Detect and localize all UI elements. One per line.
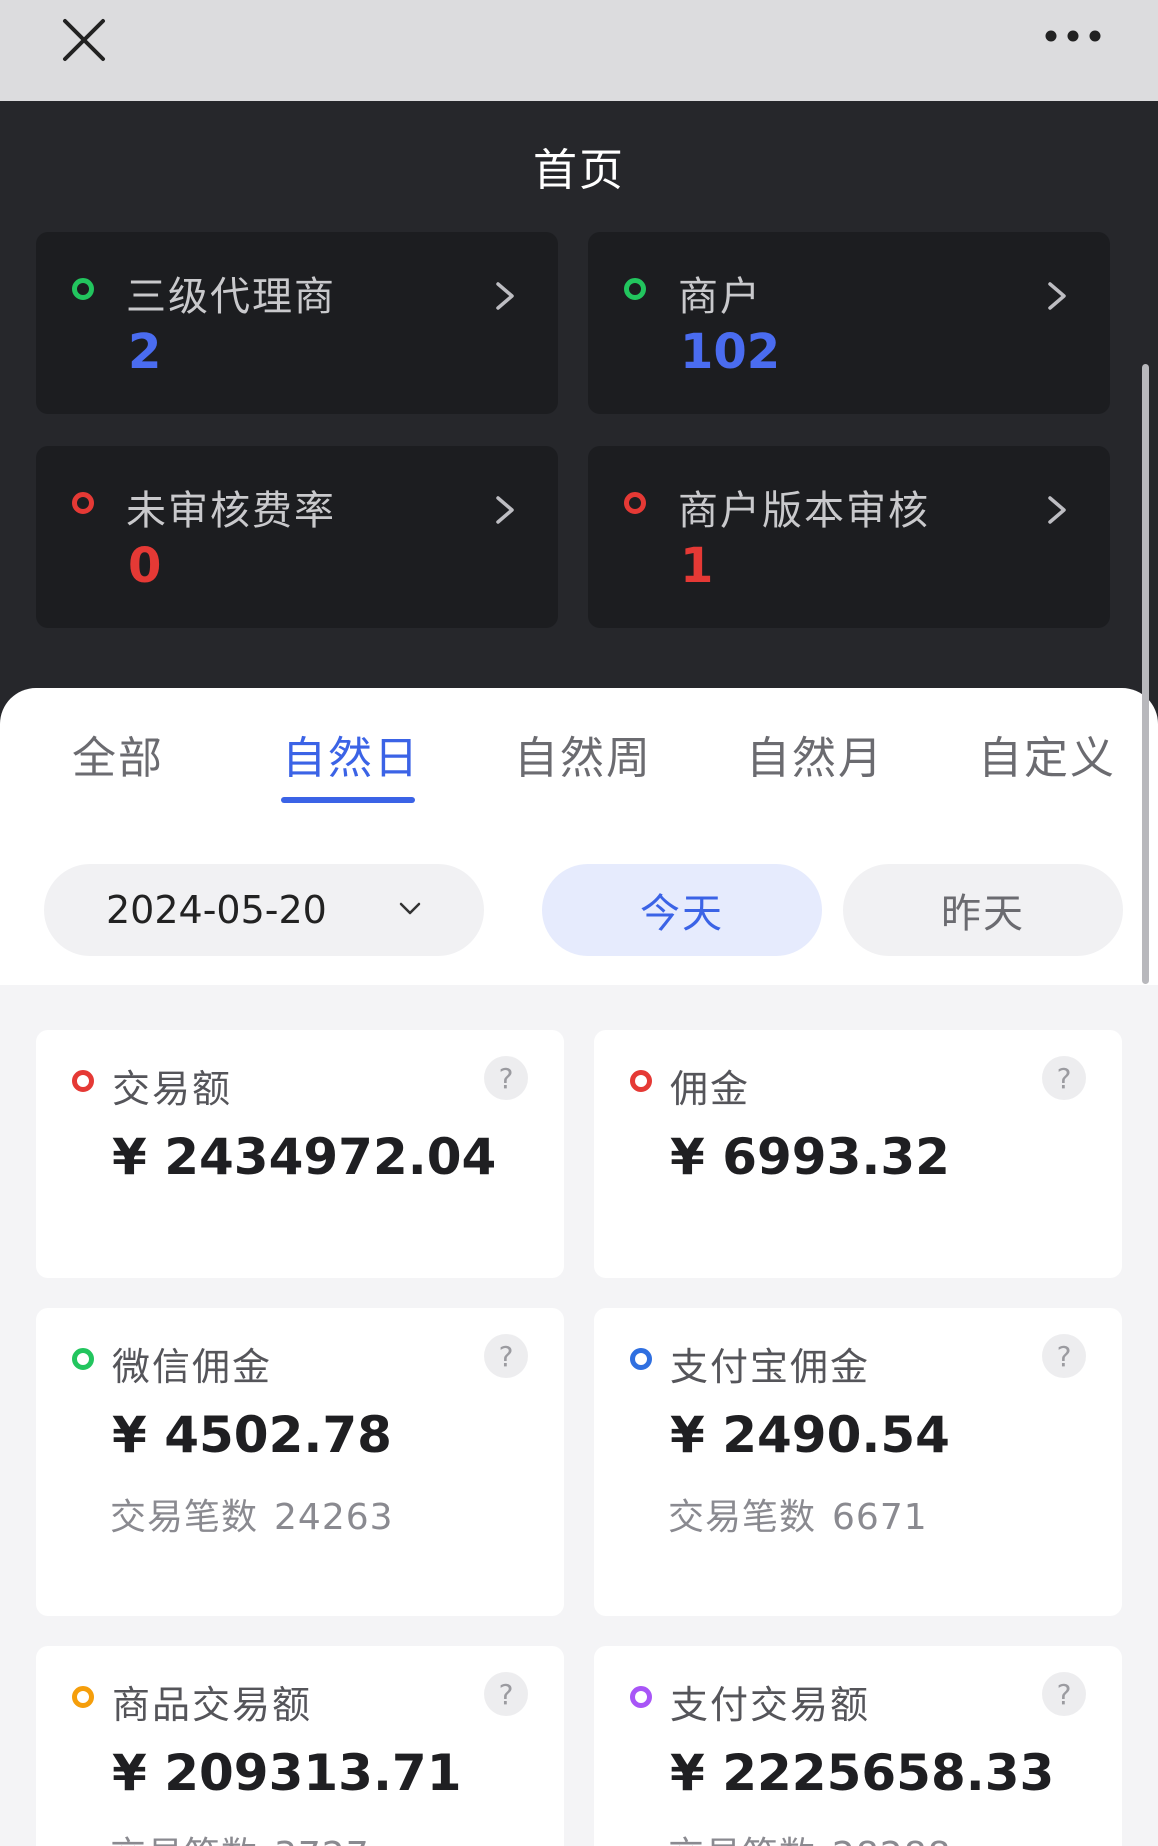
stat-card-version-review[interactable]: 商户版本审核 1 [588, 446, 1110, 628]
more-button[interactable] [1038, 14, 1108, 58]
metric-card-wechat-commission[interactable]: 微信佣金 ? ¥ 4502.78 交易笔数 24263 [36, 1308, 564, 1616]
metric-count: 交易笔数 3727 [110, 1826, 370, 1846]
tab-natural-day[interactable]: 自然日 [282, 722, 420, 786]
chevron-down-icon [399, 902, 421, 915]
yesterday-button[interactable]: 昨天 [843, 864, 1123, 956]
page-title: 首页 [533, 145, 625, 196]
tab-custom[interactable]: 自定义 [978, 722, 1116, 786]
count-label: 交易笔数 [668, 1497, 817, 1538]
stat-label: 三级代理商 [126, 274, 336, 320]
metric-amount: ¥ 209313.71 [112, 1744, 462, 1802]
status-dot-icon [624, 278, 646, 300]
count-value: 3727 [274, 1835, 370, 1846]
metric-amount: ¥ 6993.32 [670, 1128, 950, 1186]
more-icon [1045, 30, 1101, 42]
chevron-right-icon [1048, 496, 1066, 524]
metric-card-commission[interactable]: 佣金 ? ¥ 6993.32 [594, 1030, 1122, 1278]
status-dot-icon [72, 278, 94, 300]
count-label: 交易笔数 [110, 1835, 258, 1846]
stat-card-merchants[interactable]: 商户 102 [588, 232, 1110, 414]
metric-count: 交易笔数 24263 [110, 1488, 394, 1540]
status-dot-icon [72, 1348, 94, 1370]
metric-label: 佣金 [670, 1067, 751, 1111]
count-value: 28288 [832, 1835, 952, 1846]
stat-label: 商户 [678, 274, 762, 320]
tab-natural-week[interactable]: 自然周 [514, 722, 652, 786]
metric-amount: ¥ 2490.54 [670, 1406, 950, 1464]
metric-card-transaction-amount[interactable]: 交易额 ? ¥ 2434972.04 [36, 1030, 564, 1278]
metric-count: 交易笔数 6671 [668, 1488, 928, 1540]
today-button[interactable]: 今天 [542, 864, 822, 956]
stat-value: 1 [680, 538, 714, 594]
status-dot-icon [630, 1070, 652, 1092]
metric-card-goods-transaction[interactable]: 商品交易额 ? ¥ 209313.71 交易笔数 3727 [36, 1646, 564, 1846]
metric-card-alipay-commission[interactable]: 支付宝佣金 ? ¥ 2490.54 交易笔数 6671 [594, 1308, 1122, 1616]
status-dot-icon [630, 1348, 652, 1370]
chevron-right-icon [496, 282, 514, 310]
metric-label: 商品交易额 [112, 1683, 313, 1727]
stat-value: 102 [680, 324, 781, 380]
metric-card-payment-transaction[interactable]: 支付交易额 ? ¥ 2225658.33 交易笔数 28288 [594, 1646, 1122, 1846]
help-icon[interactable]: ? [484, 1056, 528, 1100]
status-dot-icon [72, 1686, 94, 1708]
metric-amount: ¥ 4502.78 [112, 1406, 392, 1464]
close-button[interactable] [58, 14, 110, 66]
help-icon[interactable]: ? [1042, 1334, 1086, 1378]
close-icon [63, 19, 105, 61]
metric-label: 支付宝佣金 [670, 1345, 871, 1389]
count-label: 交易笔数 [668, 1835, 816, 1846]
active-tab-indicator [281, 797, 415, 803]
help-icon[interactable]: ? [1042, 1672, 1086, 1716]
tab-natural-month[interactable]: 自然月 [746, 722, 884, 786]
date-picker[interactable]: 2024-05-20 [44, 864, 484, 956]
status-dot-icon [624, 492, 646, 514]
stat-card-agents[interactable]: 三级代理商 2 [36, 232, 558, 414]
metric-label: 交易额 [112, 1067, 233, 1111]
metric-amount: ¥ 2434972.04 [112, 1128, 497, 1186]
metric-count: 交易笔数 28288 [668, 1826, 952, 1846]
status-dot-icon [72, 1070, 94, 1092]
metric-label: 支付交易额 [670, 1683, 871, 1727]
help-icon[interactable]: ? [484, 1672, 528, 1716]
metric-label: 微信佣金 [112, 1345, 273, 1389]
count-value: 24263 [274, 1497, 394, 1538]
help-icon[interactable]: ? [484, 1334, 528, 1378]
scrollbar[interactable] [1142, 364, 1149, 984]
stat-label: 商户版本审核 [678, 488, 930, 534]
stat-value: 2 [128, 324, 162, 380]
stat-value: 0 [128, 538, 162, 594]
status-dot-icon [630, 1686, 652, 1708]
metric-amount: ¥ 2225658.33 [670, 1744, 1055, 1802]
chevron-right-icon [496, 496, 514, 524]
chevron-right-icon [1048, 282, 1066, 310]
stat-card-unreviewed-rates[interactable]: 未审核费率 0 [36, 446, 558, 628]
date-value: 2024-05-20 [106, 888, 327, 932]
count-label: 交易笔数 [110, 1497, 259, 1538]
top-bar [0, 0, 1158, 101]
stat-label: 未审核费率 [126, 488, 336, 534]
status-dot-icon [72, 492, 94, 514]
help-icon[interactable]: ? [1042, 1056, 1086, 1100]
count-value: 6671 [832, 1497, 928, 1538]
tab-all[interactable]: 全部 [72, 722, 164, 786]
